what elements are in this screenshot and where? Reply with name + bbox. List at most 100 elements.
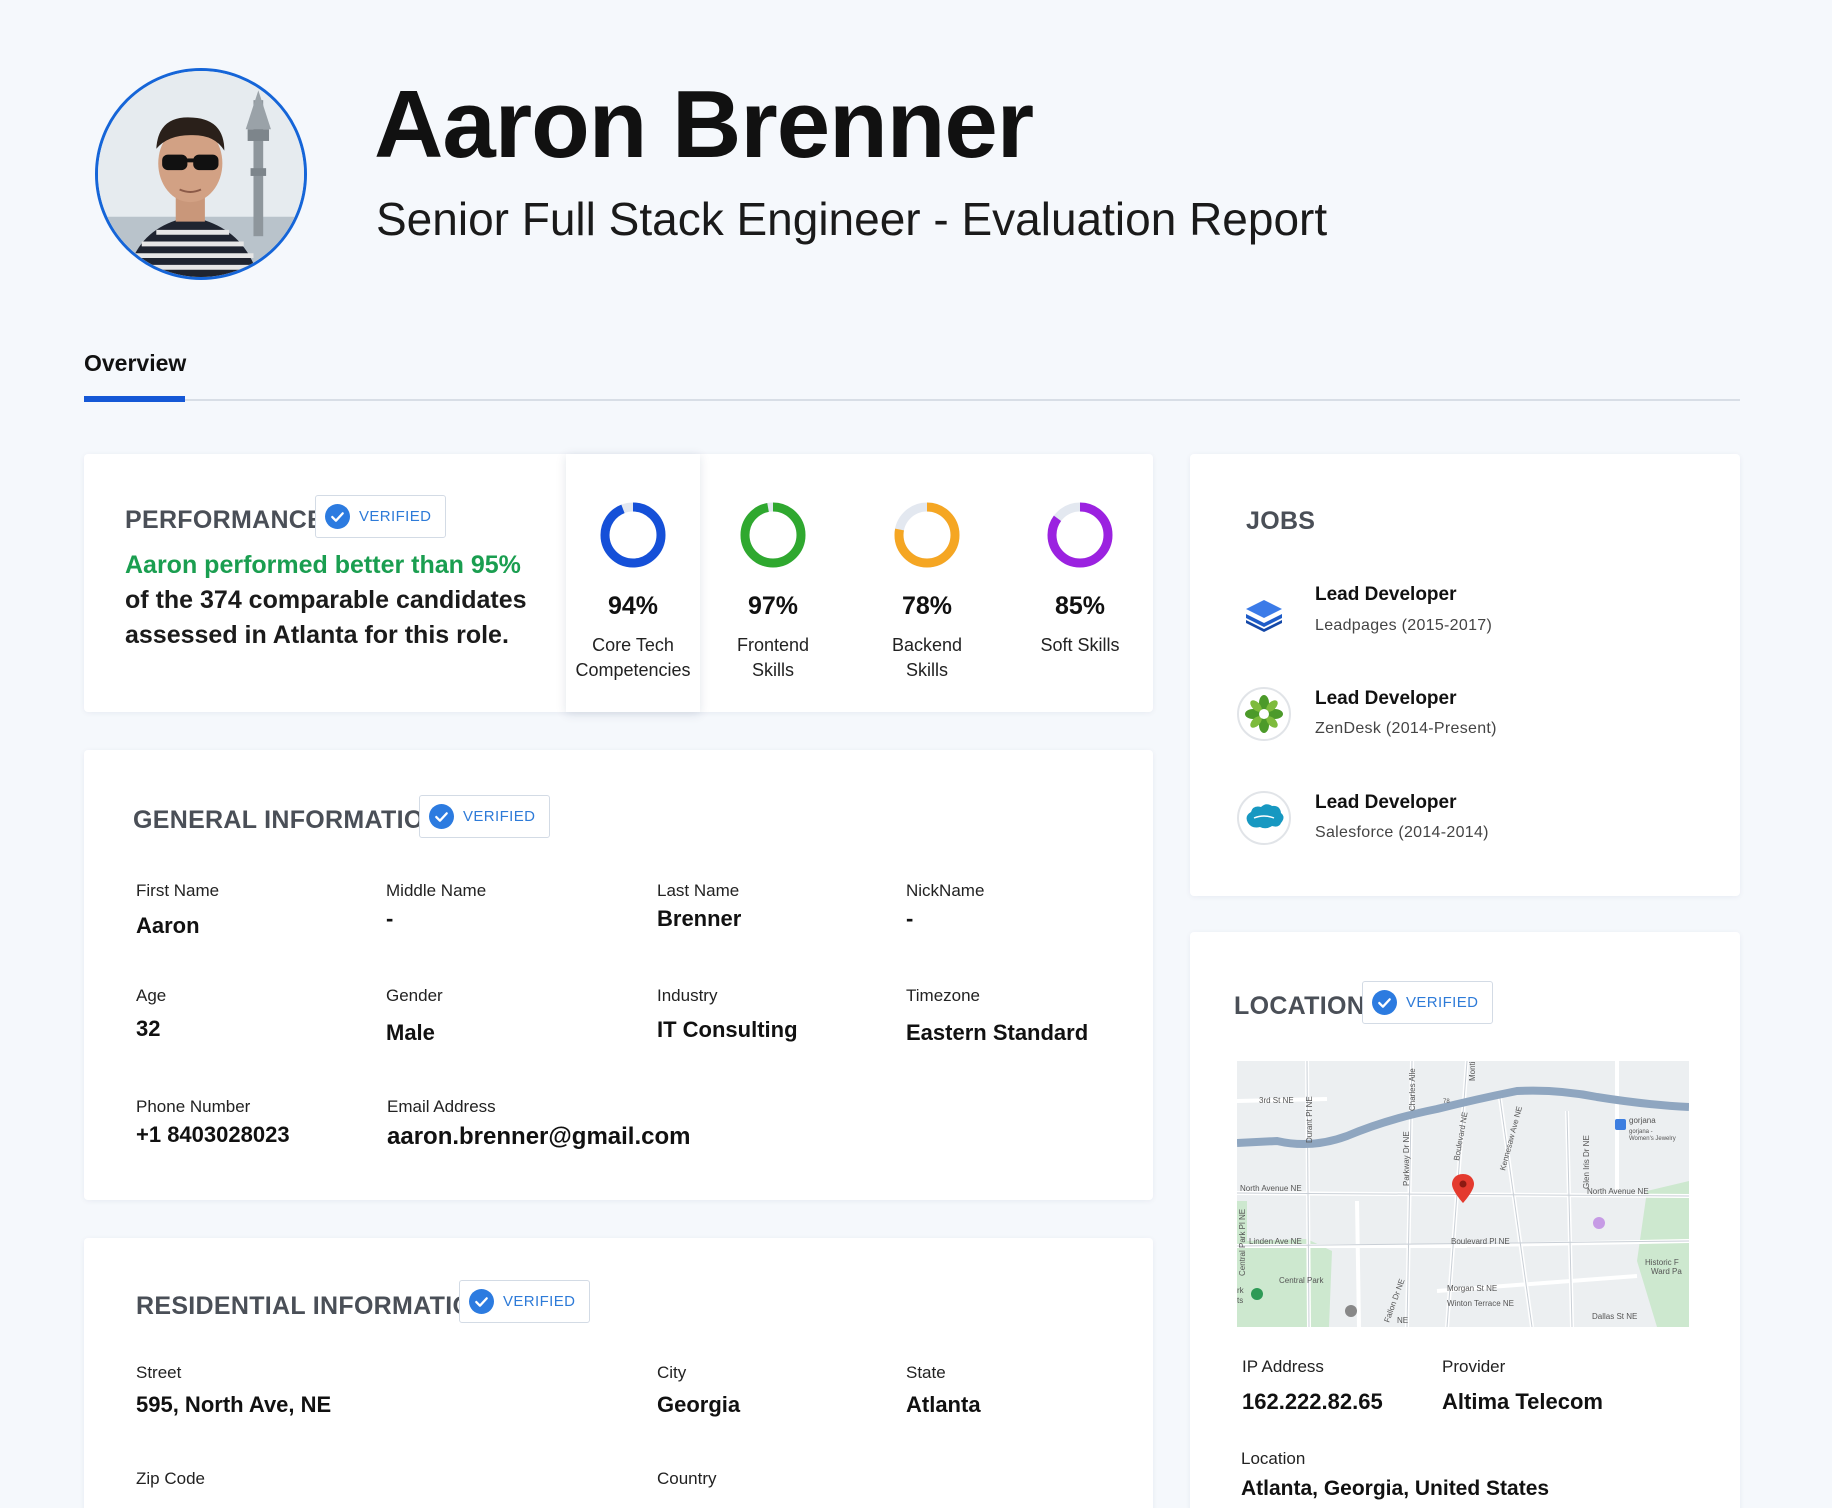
- zip-code-label: Zip Code: [136, 1469, 205, 1488]
- candidate-name: Aaron Brenner: [374, 71, 1034, 178]
- job-item[interactable]: [1236, 586, 1292, 647]
- email-label: Email Address: [387, 1097, 496, 1116]
- profile-avatar: [95, 68, 307, 280]
- residential-information-card: [84, 1238, 1153, 1508]
- profile-photo: [98, 71, 304, 277]
- verified-label: VERIFIED: [1406, 994, 1479, 1011]
- leadpages-logo-icon: [1246, 600, 1282, 632]
- gender-label: Gender: [386, 986, 443, 1005]
- residential-verified-badge: VERIFIED: [459, 1280, 591, 1323]
- map-label: Boulevard Pl NE: [1451, 1237, 1510, 1246]
- map-label: Linden Ave NE: [1249, 1237, 1302, 1246]
- street-value: 595, North Ave, NE: [136, 1392, 332, 1417]
- metric-soft-skills-label-1: Soft Skills: [1040, 635, 1120, 655]
- street-map: 3rd St NE Durant Pl NE Charles Alle Mont…: [1237, 1061, 1689, 1327]
- metric-backend: 78% Backend Skills: [842, 500, 1012, 683]
- salesforce-logo-icon: [1237, 791, 1291, 845]
- map-label: gorjana: [1629, 1116, 1656, 1125]
- provider-label: Provider: [1442, 1357, 1506, 1376]
- job-item[interactable]: [1236, 686, 1292, 747]
- poi-icon: [1345, 1305, 1357, 1317]
- performance-summary-of: of: [125, 586, 149, 614]
- metric-soft-skills: 85% Soft Skills: [995, 500, 1165, 658]
- metric-frontend-label: Frontend Skills: [688, 633, 858, 683]
- map-label: Historic F: [1645, 1258, 1679, 1267]
- location-verified-badge: VERIFIED: [1362, 981, 1494, 1024]
- metric-soft-skills-label: Soft Skills: [995, 633, 1165, 658]
- metric-backend-label-2: Skills: [905, 660, 948, 680]
- map-label: Charles Alle: [1408, 1068, 1417, 1111]
- map-label: gorjana -: [1629, 1129, 1653, 1135]
- middle-name-value: -: [386, 906, 394, 931]
- verified-label: VERIFIED: [463, 808, 536, 825]
- state-label: State: [906, 1363, 946, 1382]
- donut-core-tech: [600, 502, 666, 568]
- map-label: Monti: [1468, 1061, 1477, 1081]
- donut-soft-skills: [1047, 502, 1113, 568]
- verified-label: VERIFIED: [503, 1293, 576, 1310]
- job-company: Leadpages (2015-2017): [1315, 617, 1493, 634]
- performance-summary-rest: the 374 comparable candidates assessed i…: [125, 586, 527, 649]
- metric-core-tech-label-1: Core Tech: [592, 635, 674, 655]
- check-circle-icon: [325, 504, 350, 529]
- map-label: NE: [1397, 1316, 1408, 1325]
- zendesk-logo-icon: [1237, 687, 1291, 741]
- provider-value: Altima Telecom: [1442, 1389, 1603, 1414]
- last-name-label: Last Name: [657, 881, 740, 900]
- performance-summary: Aaron performed better than 95% of the 3…: [125, 548, 545, 653]
- city-label: City: [657, 1363, 687, 1382]
- phone-value: +1 8403028023: [136, 1122, 290, 1147]
- map-label: North Avenue NE: [1240, 1184, 1302, 1193]
- performance-summary-highlight: Aaron performed better than 95%: [125, 551, 521, 579]
- metric-core-tech-label-2: Competencies: [575, 660, 691, 680]
- city-value: Georgia: [657, 1392, 741, 1417]
- park-pin-icon: [1251, 1288, 1263, 1300]
- timezone-label: Timezone: [906, 986, 981, 1005]
- location-map[interactable]: 3rd St NE Durant Pl NE Charles Alle Mont…: [1237, 1061, 1689, 1327]
- nickname-value: -: [906, 906, 914, 931]
- job-item[interactable]: [1236, 790, 1292, 851]
- check-circle-icon: [1372, 990, 1397, 1015]
- poi-icon: [1593, 1217, 1605, 1229]
- metric-frontend-label-1: Frontend: [736, 635, 810, 655]
- first-name-label: First Name: [136, 881, 220, 900]
- general-verified-badge: VERIFIED: [419, 795, 551, 838]
- phone-label: Phone Number: [136, 1097, 251, 1116]
- state-value: Atlanta: [906, 1392, 981, 1417]
- shopping-bag-icon: [1615, 1119, 1626, 1130]
- check-circle-icon: [429, 804, 454, 829]
- map-label: ts: [1237, 1296, 1243, 1305]
- job-title: Lead Developer: [1315, 584, 1457, 605]
- tabs-divider: [185, 399, 1740, 401]
- map-label: Central Park Pl NE: [1238, 1209, 1247, 1276]
- map-label: rk: [1237, 1286, 1245, 1295]
- job-company: Salesforce (2014-2014): [1315, 824, 1489, 841]
- metric-frontend-label-2: Skills: [751, 660, 794, 680]
- tab-overview[interactable]: Overview: [84, 350, 186, 377]
- report-subtitle: Senior Full Stack Engineer - Evaluation …: [376, 193, 1328, 245]
- metric-soft-skills-value: 85%: [1054, 592, 1106, 620]
- age-value: 32: [136, 1016, 161, 1041]
- email-value: aaron.brenner@gmail.com: [387, 1123, 691, 1150]
- map-label: Glen Iris Dr NE: [1582, 1135, 1591, 1189]
- nickname-label: NickName: [906, 881, 985, 900]
- ip-address-value: 162.222.82.65: [1242, 1389, 1383, 1414]
- industry-value: IT Consulting: [657, 1017, 798, 1042]
- donut-frontend: [740, 502, 806, 568]
- map-label: Morgan St NE: [1447, 1284, 1497, 1293]
- timezone-value: Eastern Standard: [906, 1020, 1089, 1045]
- age-label: Age: [136, 986, 167, 1005]
- performance-title: PERFORMANCE: [125, 506, 325, 534]
- jobs-title: JOBS: [1246, 507, 1316, 535]
- metric-backend-label: Backend Skills: [842, 633, 1012, 683]
- ip-address-label: IP Address: [1242, 1357, 1324, 1376]
- metric-frontend-value: 97%: [747, 592, 799, 620]
- residential-information-title: RESIDENTIAL INFORMATION: [136, 1292, 491, 1320]
- metric-backend-label-1: Backend: [891, 635, 963, 655]
- performance-verified-badge: VERIFIED: [315, 495, 447, 538]
- map-label: Parkway Dr NE: [1402, 1131, 1411, 1186]
- map-label: 78: [1443, 1099, 1450, 1105]
- location-title: LOCATION: [1234, 992, 1366, 1020]
- map-label: Durant Pl NE: [1305, 1096, 1314, 1143]
- metric-backend-value: 78%: [901, 592, 953, 620]
